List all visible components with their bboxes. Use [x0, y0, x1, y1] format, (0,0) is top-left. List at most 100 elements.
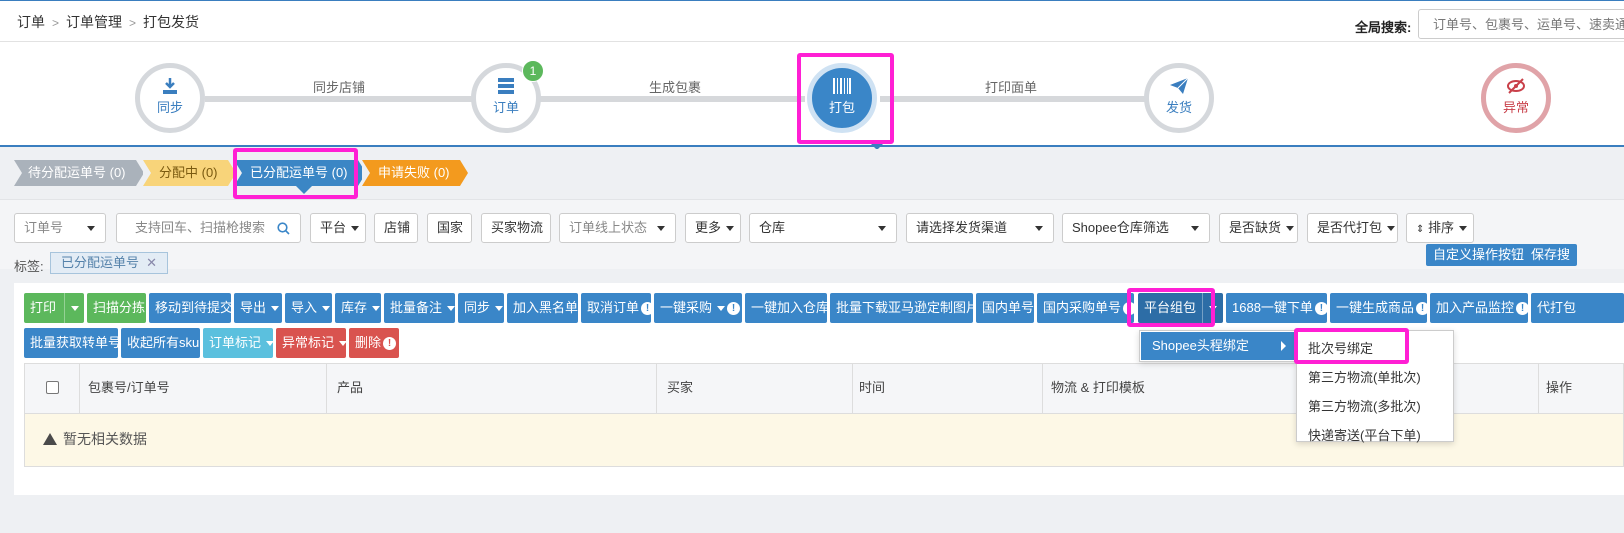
- chevron-down-icon: [71, 306, 80, 312]
- column-header: 时间: [853, 364, 1043, 414]
- chevron-down-icon: [657, 226, 665, 231]
- step-orders[interactable]: 订单 1: [471, 60, 544, 133]
- batch-remark-dropdown[interactable]: 批量备注: [384, 293, 456, 323]
- info-icon: !: [1416, 302, 1430, 316]
- active-tab-pointer: [296, 186, 312, 194]
- step-sync[interactable]: 同步: [135, 63, 205, 133]
- chevron-down-icon: [717, 306, 726, 312]
- exception-mark-label: 异常标记: [282, 335, 335, 350]
- delete-button[interactable]: 删除!: [349, 328, 399, 358]
- move-to-pending-button[interactable]: 移动到待提交: [149, 293, 233, 323]
- platform-dropdown[interactable]: 平台: [310, 213, 366, 243]
- info-icon: !: [1123, 302, 1137, 316]
- active-tag: 已分配运单号 ✕: [50, 252, 168, 274]
- sort-dropdown[interactable]: ⇕ 排序: [1406, 213, 1474, 243]
- warning-icon: [43, 433, 57, 445]
- step-label: 同步: [156, 100, 183, 115]
- order-no-select[interactable]: 订单号: [14, 213, 106, 243]
- online-status-select[interactable]: 订单线上状态: [559, 213, 676, 243]
- breadcrumb-item: 打包发货: [143, 14, 200, 30]
- tab-apply-failed[interactable]: 申请失败 (0): [362, 160, 467, 186]
- one-click-purchase-dropdown[interactable]: 一键采购!: [654, 293, 742, 323]
- tab-allocated-tracking[interactable]: 已分配运单号 (0): [234, 160, 366, 186]
- custom-action-button[interactable]: 自定义操作按钮: [1426, 244, 1532, 266]
- shopee-warehouse-select[interactable]: Shopee仓库筛选: [1062, 213, 1210, 243]
- warehouse-label: 仓库: [759, 220, 786, 235]
- info-icon: !: [1516, 302, 1530, 316]
- breadcrumb-item[interactable]: 订单: [17, 14, 45, 30]
- channel-select[interactable]: 请选择发货渠道: [906, 213, 1054, 243]
- breadcrumb-separator-icon: >: [129, 16, 137, 30]
- menu-item-express-delivery[interactable]: 快递寄送(平台下单): [1297, 423, 1453, 448]
- menu-item-third-party-single[interactable]: 第三方物流(单批次): [1297, 365, 1453, 390]
- print-dropdown-toggle[interactable]: [64, 293, 80, 323]
- breadcrumb-item[interactable]: 订单管理: [66, 14, 122, 30]
- barcode-icon: [833, 78, 851, 94]
- download-amazon-images-button[interactable]: 批量下载亚马逊定制图片: [830, 293, 979, 323]
- order-mark-dropdown[interactable]: 订单标记: [203, 328, 275, 358]
- step-ship[interactable]: 发货: [1144, 63, 1214, 133]
- proxy-pack-button[interactable]: 代打包: [1531, 293, 1624, 323]
- inventory-dropdown[interactable]: 库存: [335, 293, 381, 323]
- shopee-warehouse-label: Shopee仓库筛选: [1072, 220, 1169, 235]
- add-blacklist-button[interactable]: 加入黑名单: [507, 293, 578, 323]
- exception-mark-dropdown[interactable]: 异常标记: [276, 328, 348, 358]
- step-link-sync-shop[interactable]: 同步店铺: [279, 77, 399, 96]
- breadcrumb: 订单 > 订单管理 > 打包发货: [17, 12, 199, 32]
- step-link-generate-package[interactable]: 生成包裹: [615, 77, 735, 96]
- domestic-purchase-no-button[interactable]: 国内采购单号!: [1037, 293, 1137, 323]
- stockout-dropdown[interactable]: 是否缺货: [1219, 213, 1298, 243]
- warehouse-select[interactable]: 仓库: [749, 213, 897, 243]
- sort-label: 排序: [1428, 220, 1455, 235]
- chevron-down-icon: [495, 306, 504, 312]
- platform-package-dropdown[interactable]: 平台组包: [1138, 293, 1223, 323]
- chevron-down-icon: [447, 306, 456, 312]
- product-monitor-label: 加入产品监控: [1436, 300, 1515, 315]
- product-monitor-button[interactable]: 加入产品监控!: [1430, 293, 1530, 323]
- step-link-print-label[interactable]: 打印面单: [951, 77, 1071, 96]
- orders-count-badge: 1: [522, 60, 544, 82]
- sync-dropdown[interactable]: 同步: [458, 293, 504, 323]
- country-button[interactable]: 国家: [427, 213, 472, 243]
- sort-icon: ⇕: [1416, 224, 1425, 235]
- save-search-button[interactable]: 保存搜: [1524, 244, 1578, 266]
- tab-allocating[interactable]: 分配中 (0): [143, 160, 235, 186]
- chevron-down-icon: [1191, 226, 1199, 231]
- print-button[interactable]: 打印: [24, 293, 84, 323]
- import-dropdown[interactable]: 导入: [285, 293, 332, 323]
- chevron-down-icon: [271, 306, 280, 312]
- chevron-down-icon: [726, 226, 735, 232]
- step-exception[interactable]: 异常: [1481, 63, 1551, 133]
- eye-slash-icon: [1507, 78, 1525, 94]
- close-icon[interactable]: ✕: [146, 253, 157, 273]
- generate-product-button[interactable]: 一键生成商品!: [1330, 293, 1430, 323]
- proxy-pack-dropdown[interactable]: 是否代打包: [1307, 213, 1398, 243]
- shopee-binding-submenu: 批次号绑定 第三方物流(单批次) 第三方物流(多批次) 快递寄送(平台下单): [1296, 330, 1454, 443]
- platform-package-dropdown-toggle[interactable]: [1202, 293, 1218, 323]
- export-dropdown[interactable]: 导出: [234, 293, 282, 323]
- tab-pending-tracking[interactable]: 待分配运单号 (0): [14, 160, 144, 186]
- delete-label: 删除: [355, 335, 382, 350]
- domestic-tracking-button[interactable]: 国内单号: [976, 293, 1034, 323]
- cancel-order-button[interactable]: 取消订单!: [581, 293, 655, 323]
- add-to-warehouse-button[interactable]: 一键加入仓库: [745, 293, 829, 323]
- select-all-checkbox[interactable]: [46, 381, 59, 394]
- chevron-down-icon: [351, 226, 360, 232]
- menu-item-third-party-multi[interactable]: 第三方物流(多批次): [1297, 394, 1453, 419]
- global-search-input[interactable]: [1418, 9, 1624, 39]
- search-input[interactable]: 支持回车、扫描枪搜索: [116, 213, 301, 243]
- collapse-sku-button[interactable]: 收起所有sku: [121, 328, 200, 358]
- shop-button[interactable]: 店铺: [374, 213, 418, 243]
- step-label: 发货: [1165, 100, 1192, 115]
- menu-item-batch-binding[interactable]: 批次号绑定: [1297, 336, 1453, 361]
- batch-get-transfer-no-button[interactable]: 批量获取转单号: [24, 328, 121, 358]
- scan-sort-button[interactable]: 扫描分拣: [87, 293, 146, 323]
- step-pack[interactable]: 打包: [807, 63, 877, 133]
- more-label: 更多: [695, 220, 722, 235]
- info-icon: !: [1314, 302, 1328, 316]
- 1688-order-button[interactable]: 1688一键下单!: [1226, 293, 1328, 323]
- buyer-logistics-button[interactable]: 买家物流: [481, 213, 551, 243]
- more-dropdown[interactable]: 更多: [685, 213, 741, 243]
- menu-item-shopee-first-leg[interactable]: Shopee头程绑定: [1141, 332, 1295, 360]
- chevron-down-icon: [1459, 226, 1468, 232]
